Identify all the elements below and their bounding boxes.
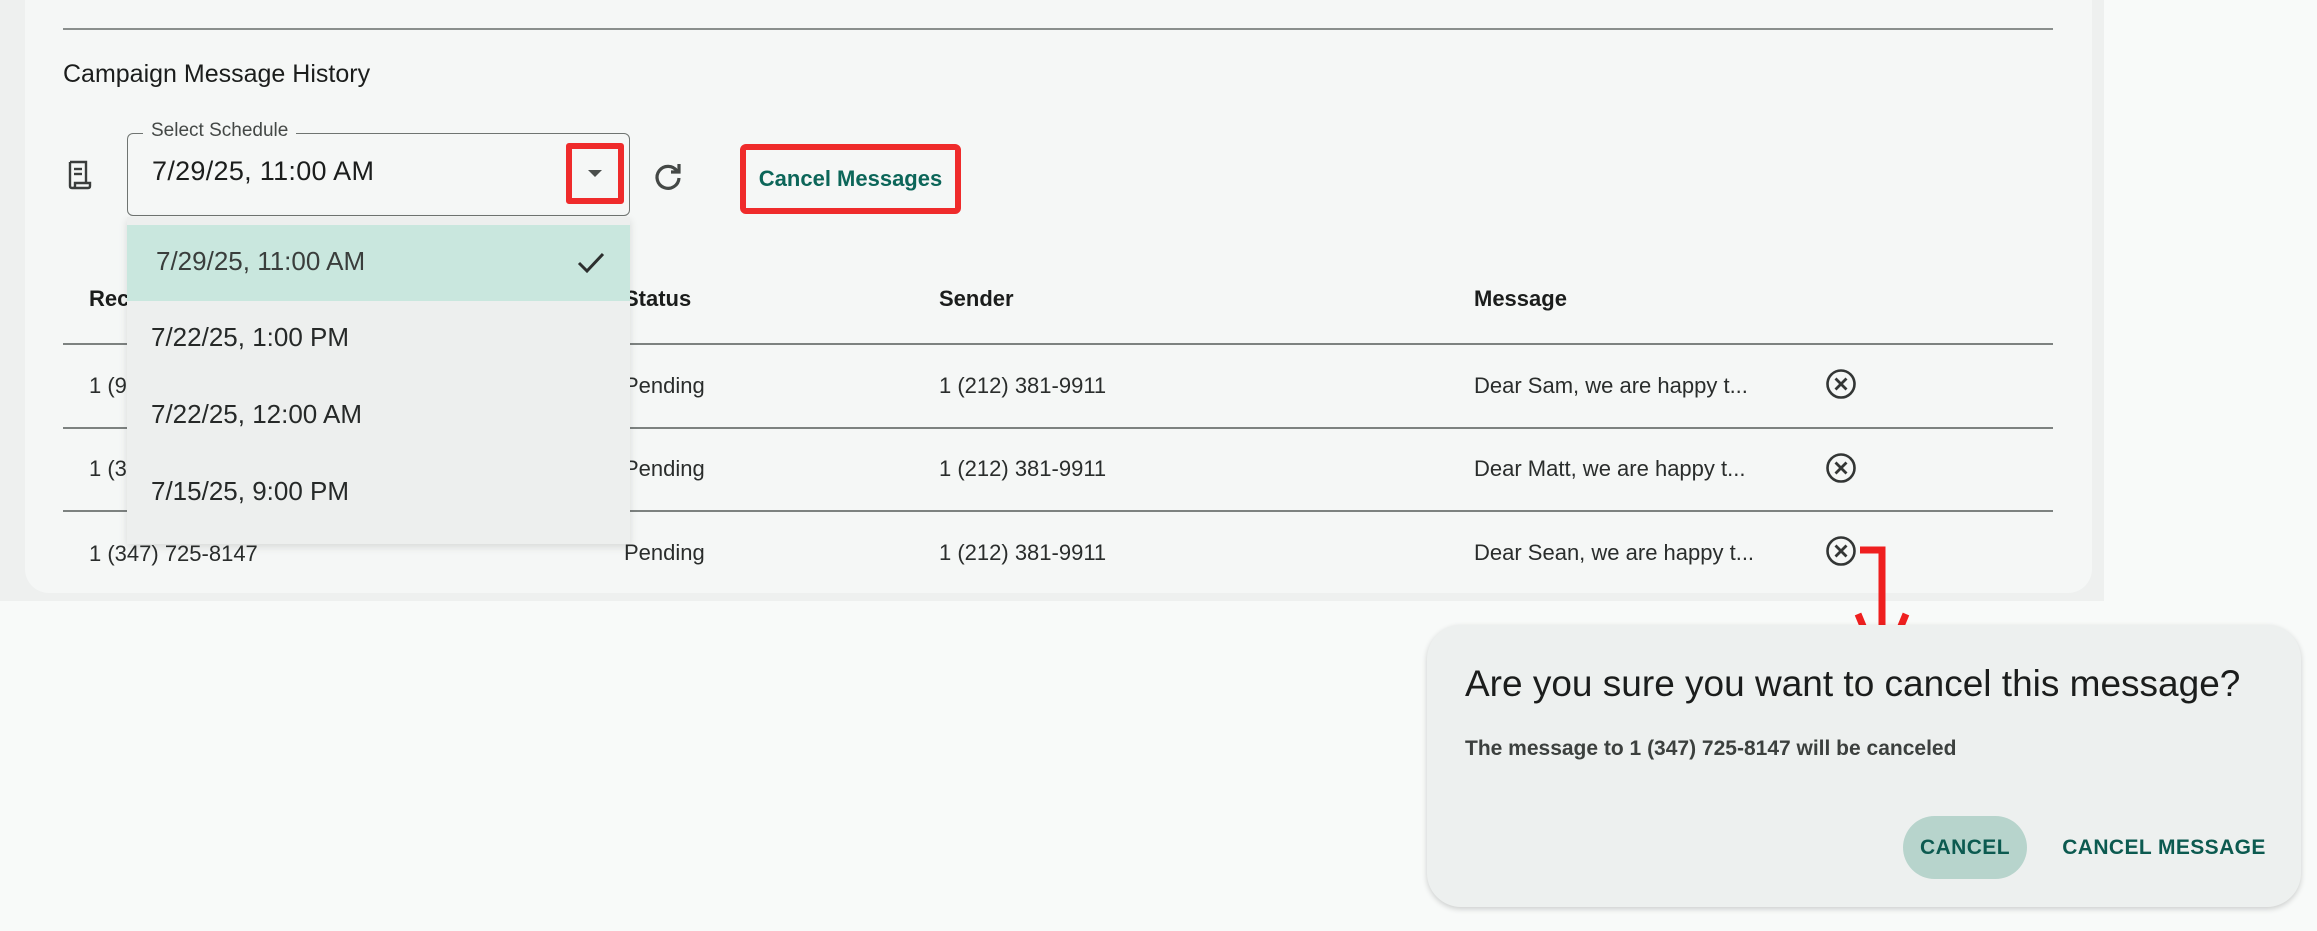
schedule-option[interactable]: 7/29/25, 11:00 AM xyxy=(127,225,630,301)
schedule-select-value: 7/29/25, 11:00 AM xyxy=(152,156,375,186)
column-header-status[interactable]: Status xyxy=(624,286,691,312)
caret-down-icon xyxy=(588,170,602,177)
schedule-option[interactable]: 7/22/25, 12:00 AM xyxy=(127,378,630,454)
cell-recipient: 1 (9 xyxy=(89,373,127,398)
cell-message: Dear Sean, we are happy t... xyxy=(1474,540,1755,565)
cancel-circle-icon[interactable] xyxy=(1825,368,1857,400)
check-icon xyxy=(577,252,605,274)
schedule-option-label: 7/22/25, 1:00 PM xyxy=(151,322,350,352)
cancel-messages-button[interactable]: Cancel Messages xyxy=(740,144,961,214)
column-header-message[interactable]: Message xyxy=(1474,286,1567,312)
schedule-option-label: 7/22/25, 12:00 AM xyxy=(151,399,363,429)
section-divider xyxy=(63,28,2053,30)
cancel-message-dialog: Are you sure you want to cancel this mes… xyxy=(1427,625,2301,907)
cell-message: Dear Sam, we are happy t... xyxy=(1474,373,1748,398)
schedule-dropdown-menu: 7/29/25, 11:00 AM 7/22/25, 1:00 PM 7/22/… xyxy=(127,217,630,544)
cell-recipient: 1 (347) 725-8147 xyxy=(89,541,258,566)
cell-sender: 1 (212) 381-9911 xyxy=(939,540,1107,565)
cell-status: Pending xyxy=(624,540,705,565)
dialog-cancel-button[interactable]: CANCEL xyxy=(1903,816,2027,879)
refresh-icon[interactable] xyxy=(652,160,684,192)
schedule-select-label: Select Schedule xyxy=(143,120,297,142)
schedule-dropdown-button[interactable] xyxy=(566,143,624,204)
column-header-sender[interactable]: Sender xyxy=(939,286,1014,312)
schedule-option-label: 7/15/25, 9:00 PM xyxy=(151,476,350,506)
dialog-confirm-cancel-message-button[interactable]: CANCEL MESSAGE xyxy=(2055,816,2273,879)
section-title: Campaign Message History xyxy=(63,60,371,88)
schedule-option-label: 7/29/25, 11:00 AM xyxy=(156,246,366,276)
cancel-circle-icon[interactable] xyxy=(1825,452,1857,484)
column-header-recipient[interactable]: Rec xyxy=(89,286,129,312)
cell-sender: 1 (212) 381-9911 xyxy=(939,456,1107,481)
schedule-option[interactable]: 7/15/25, 9:00 PM xyxy=(127,455,630,531)
dialog-body: The message to 1 (347) 725-8147 will be … xyxy=(1465,737,1957,760)
receipt-icon xyxy=(68,160,92,190)
dialog-title: Are you sure you want to cancel this mes… xyxy=(1465,663,2241,704)
cell-status: Pending xyxy=(624,456,705,481)
cell-status: Pending xyxy=(624,373,705,398)
cell-sender: 1 (212) 381-9911 xyxy=(939,373,1107,398)
cell-message: Dear Matt, we are happy t... xyxy=(1474,456,1746,481)
schedule-option[interactable]: 7/22/25, 1:00 PM xyxy=(127,301,630,377)
cell-recipient: 1 (3 xyxy=(89,456,127,481)
